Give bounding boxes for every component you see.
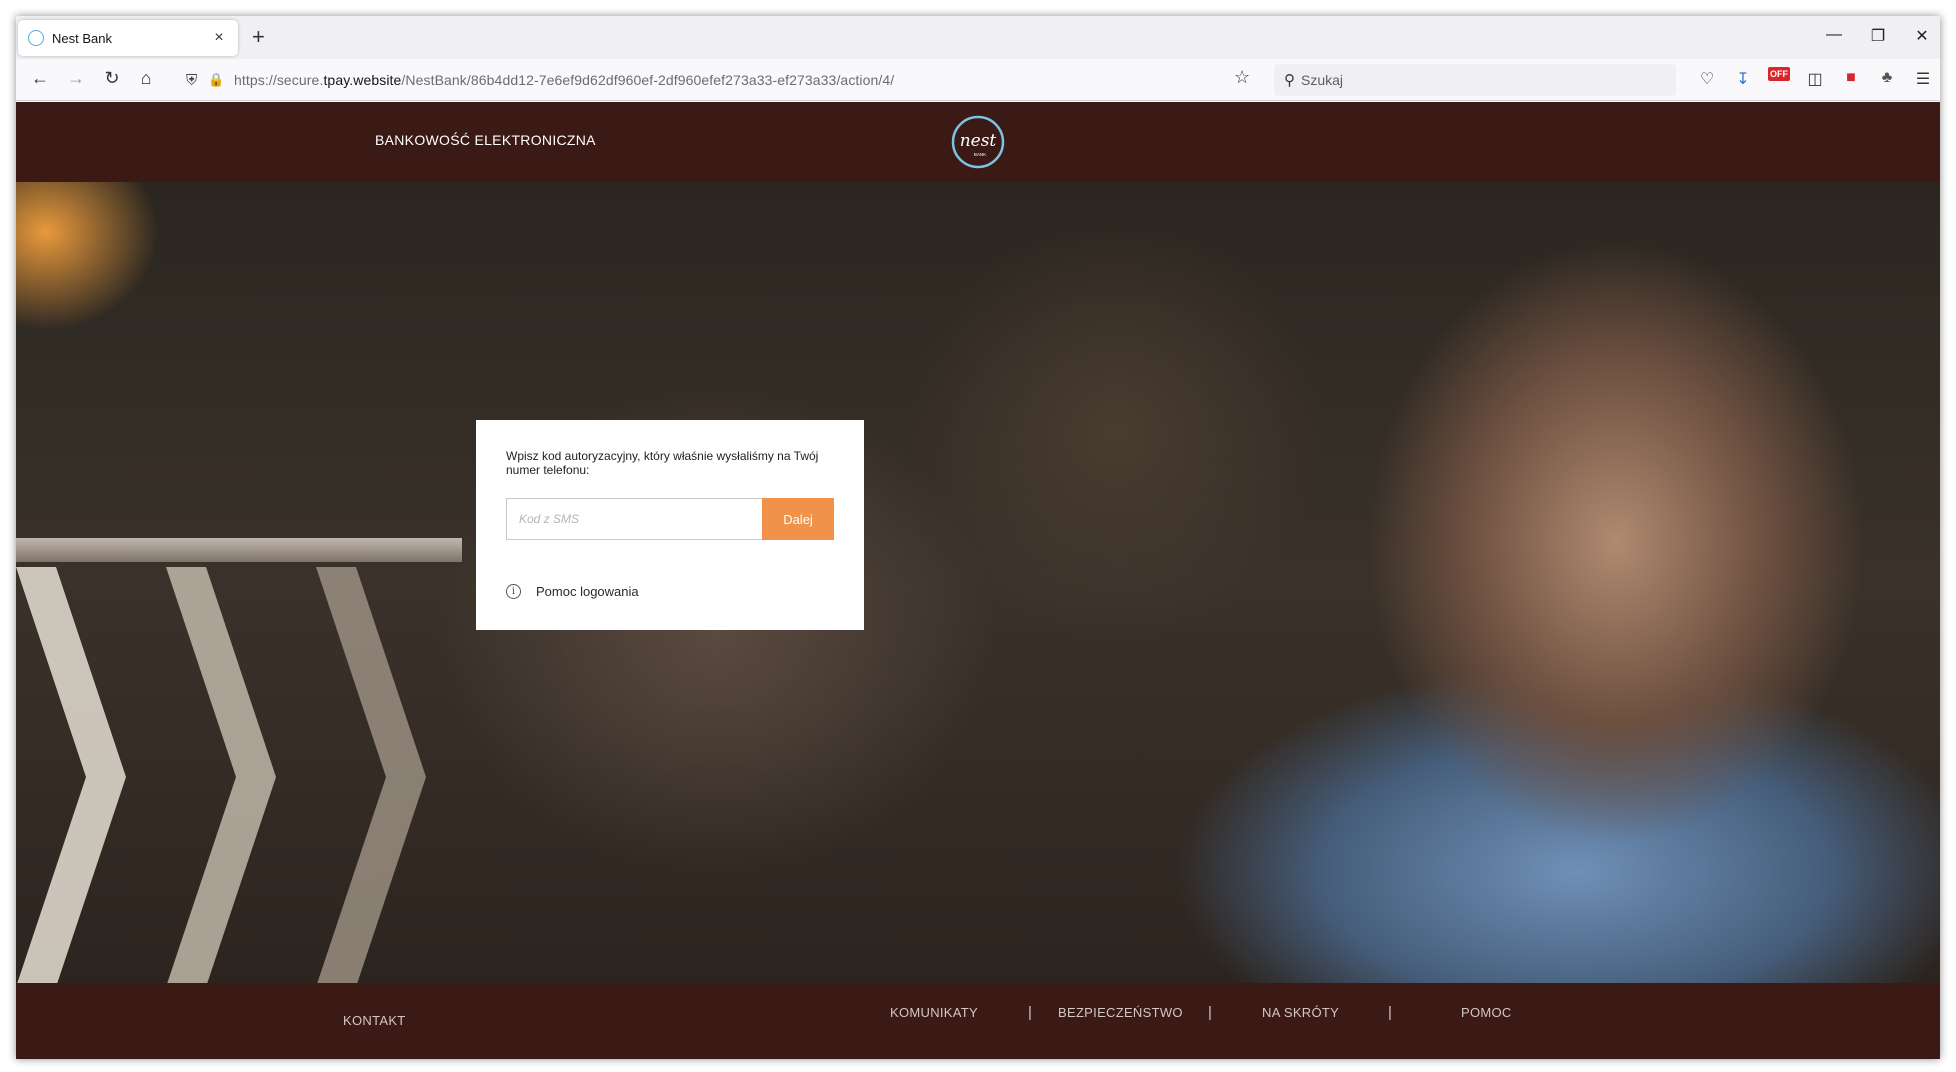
- logo-text: nest: [960, 131, 997, 151]
- lock-icon[interactable]: 🔒: [208, 72, 228, 88]
- nest-favicon-icon: [28, 30, 44, 46]
- new-tab-icon[interactable]: +: [252, 24, 265, 50]
- addon-off-icon[interactable]: OFF: [1768, 67, 1790, 81]
- close-window-icon[interactable]: ✕: [1912, 26, 1932, 46]
- auth-prompt: Wpisz kod autoryzacyjny, który właśnie w…: [506, 449, 819, 477]
- footer-link-komunikaty[interactable]: KOMUNIKATY: [890, 1005, 978, 1020]
- tab-strip: Nest Bank × + — ❐ ✕: [16, 16, 1940, 59]
- sidebar-icon[interactable]: ◫: [1804, 69, 1826, 89]
- header-title[interactable]: BANKOWOŚĆ ELEKTRONICZNA: [375, 132, 596, 148]
- sms-auth-card: Wpisz kod autoryzacyjny, który właśnie w…: [476, 420, 864, 630]
- login-help-label[interactable]: Pomoc logowania: [536, 584, 639, 599]
- reload-icon[interactable]: ↻: [100, 68, 124, 89]
- search-placeholder: Szukaj: [1301, 72, 1344, 88]
- footer-separator: |: [1208, 1004, 1212, 1021]
- footer-separator: |: [1028, 1004, 1032, 1021]
- hero-background-image: Wpisz kod autoryzacyjny, który właśnie w…: [16, 182, 1940, 987]
- nest-bank-logo-icon[interactable]: nest BANK: [950, 114, 1006, 170]
- footer-link-pomoc[interactable]: POMOC: [1461, 1005, 1512, 1020]
- dalej-button[interactable]: Dalej: [762, 498, 834, 540]
- url-bar[interactable]: ⛨ 🔒 https://secure.tpay.website/NestBank…: [180, 64, 1280, 96]
- login-help-link[interactable]: i Pomoc logowania: [506, 584, 639, 599]
- menu-icon[interactable]: ☰: [1912, 69, 1934, 89]
- tracking-shield-icon[interactable]: ⛨: [186, 72, 208, 89]
- web-page: BANKOWOŚĆ ELEKTRONICZNA nest BANK Wpisz …: [16, 102, 1940, 1059]
- screen-icon[interactable]: ■: [1840, 69, 1862, 87]
- sms-code-input[interactable]: [506, 498, 762, 540]
- download-icon[interactable]: ↧: [1732, 69, 1754, 89]
- minimize-icon[interactable]: —: [1824, 26, 1844, 44]
- home-icon[interactable]: ⌂: [134, 68, 158, 89]
- pocket-icon[interactable]: ♡: [1696, 69, 1718, 89]
- search-bar[interactable]: ⚲ Szukaj: [1274, 64, 1676, 96]
- site-header: BANKOWOŚĆ ELEKTRONICZNA nest BANK: [16, 102, 1940, 182]
- shelf-decoration: [16, 538, 462, 562]
- sms-form: Dalej: [506, 498, 836, 540]
- footer-link-na-skroty[interactable]: NA SKRÓTY: [1262, 1005, 1339, 1020]
- chevron-decoration: [166, 567, 276, 987]
- footer-separator: |: [1388, 1004, 1392, 1021]
- chevron-decoration: [316, 567, 426, 987]
- browser-window: Nest Bank × + — ❐ ✕ ← → ↻ ⌂ ⛨ 🔒 https://…: [16, 16, 1940, 1059]
- tab-title: Nest Bank: [52, 30, 112, 46]
- back-icon[interactable]: ←: [28, 68, 52, 89]
- footer-link-bezpieczenstwo[interactable]: BEZPIECZEŃSTWO: [1058, 1005, 1183, 1020]
- footer-link-kontakt[interactable]: KONTAKT: [343, 1013, 406, 1028]
- bookmark-star-icon[interactable]: ☆: [1234, 67, 1250, 88]
- site-footer: KONTAKT KOMUNIKATY | BEZPIECZEŃSTWO | NA…: [16, 983, 1940, 1059]
- navigation-toolbar: ← → ↻ ⌂ ⛨ 🔒 https://secure.tpay.website/…: [16, 59, 1940, 101]
- search-icon: ⚲: [1284, 72, 1295, 89]
- extensions-icon[interactable]: ♣: [1876, 69, 1898, 87]
- tab-close-icon[interactable]: ×: [210, 29, 228, 47]
- chevron-decoration: [16, 567, 126, 987]
- restore-icon[interactable]: ❐: [1868, 26, 1888, 46]
- browser-tab[interactable]: Nest Bank ×: [18, 20, 238, 56]
- forward-icon[interactable]: →: [64, 68, 88, 89]
- info-icon: i: [506, 584, 521, 599]
- url-text[interactable]: https://secure.tpay.website/NestBank/86b…: [234, 72, 894, 88]
- logo-sub-text: BANK: [974, 152, 986, 157]
